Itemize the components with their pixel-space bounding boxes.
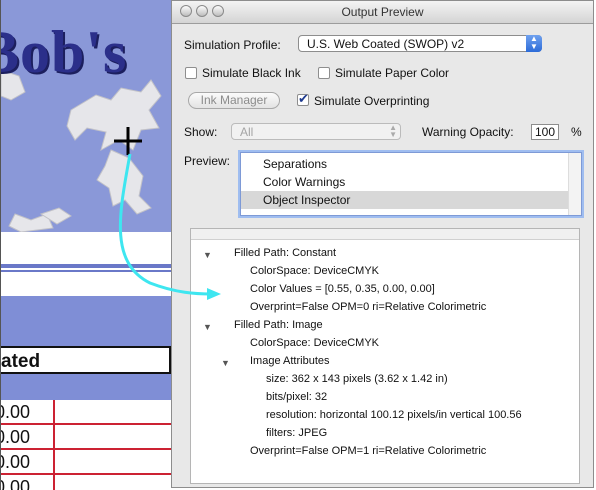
annotation-arrow xyxy=(118,153,221,300)
